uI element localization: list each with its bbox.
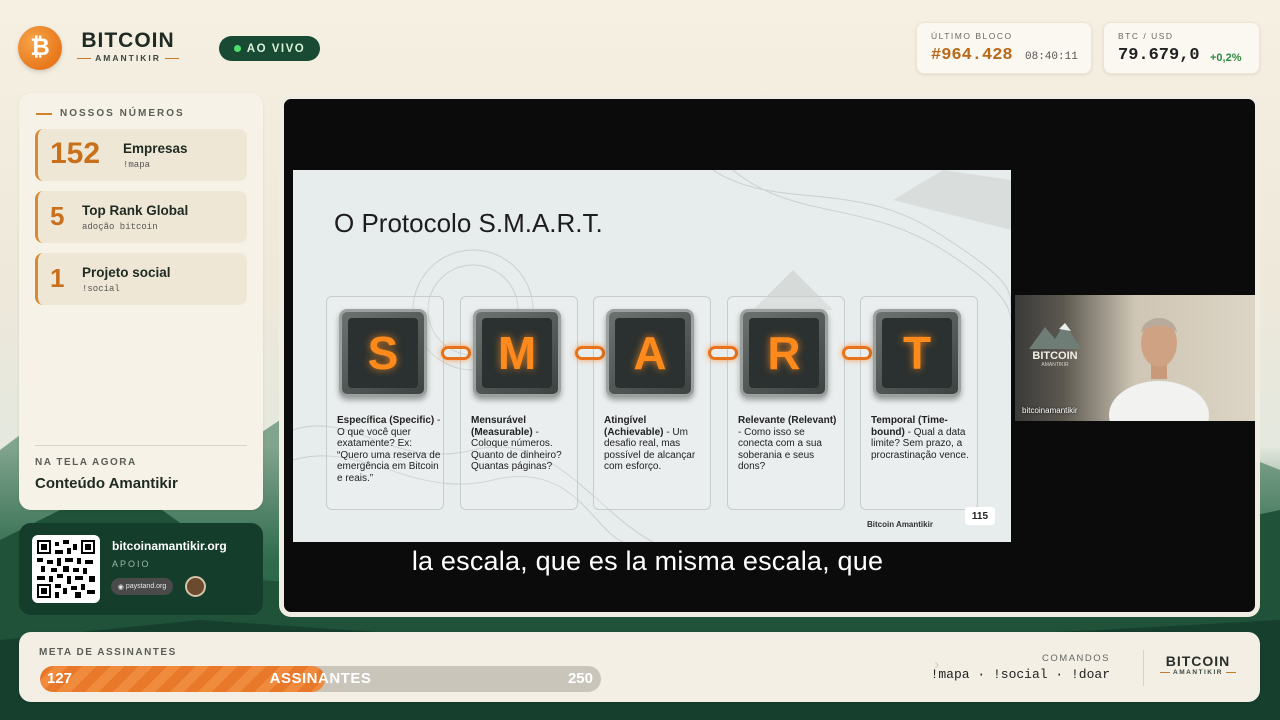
number-value: 152 (50, 137, 101, 170)
bitcoin-logo-icon: ₿ (18, 26, 62, 70)
bottom-brand-name: BITCOIN (1165, 653, 1231, 669)
letter-tile-m: M (473, 309, 561, 397)
svg-text:AMANTIKIR: AMANTIKIR (1041, 362, 1069, 368)
paystand-icon: ◉ (117, 583, 124, 591)
presentation-slide: O Protocolo S.M.A.R.T. Específica (Speci… (293, 170, 1011, 542)
chain-link-icon (441, 346, 471, 360)
smart-card-text: Mensurável (Measurable) - Coloque número… (471, 415, 562, 472)
letter-tile-a: A (606, 309, 694, 397)
commands-list: !mapa · !social · !doar (930, 667, 1110, 682)
bottom-brand: BITCOIN AMANTIKIR (1160, 653, 1236, 676)
brand-name: BITCOIN (81, 29, 175, 52)
subscriber-progress-bar: ASSINANTES 127 250 (40, 666, 601, 692)
bottom-divider (1143, 650, 1144, 686)
number-card-rank: 5 Top Rank Global adoção bitcoin (35, 191, 247, 243)
webcam-feed: BITCOIN AMANTIKIR bitcoinamantikir (1015, 295, 1255, 421)
progress-current: 127 (47, 670, 73, 687)
webcam-caption: bitcoinamantikir (1022, 406, 1078, 415)
btc-price-card: BTC / USD 79.679,0 +0,2% (1103, 22, 1260, 74)
numbers-title: NOSSOS NÚMEROS (36, 108, 185, 119)
number-card-social: 1 Projeto social !social (35, 253, 247, 305)
live-badge: AO VIVO (219, 36, 320, 61)
panel-divider (35, 445, 247, 446)
last-block-time: 08:40:11 (1025, 51, 1078, 63)
subtitle-caption: la escala, que es la misma escala, que (411, 546, 884, 576)
goal-label: META DE ASSINANTES (39, 647, 177, 658)
smart-card-text: Temporal (Time-bound) - Qual a data limi… (871, 415, 969, 461)
presenter-video (1109, 318, 1209, 421)
progress-target: 250 (567, 670, 593, 687)
bottom-bar: META DE ASSINANTES ASSINANTES 127 250 › … (19, 632, 1260, 702)
number-title: Empresas (123, 141, 188, 156)
paystand-badge[interactable]: ◉ paystand.org (111, 578, 173, 595)
last-block-label: ÚLTIMO BLOCO (931, 31, 1013, 41)
qr-code-icon (37, 540, 95, 598)
brand-wordmark: BITCOIN AMANTIKIR (76, 29, 180, 64)
number-value: 1 (50, 263, 65, 293)
smart-card-text: Específica (Specific) - O que você quer … (337, 415, 441, 484)
btc-price-change: +0,2% (1210, 52, 1242, 64)
number-sub: !mapa (123, 160, 151, 170)
support-label: APOIO (112, 559, 151, 569)
numbers-panel: NOSSOS NÚMEROS 152 Empresas !mapa 5 Top … (19, 93, 263, 510)
support-site-link[interactable]: bitcoinamantikir.org (112, 539, 227, 553)
now-playing-value: Conteúdo Amantikir (35, 475, 178, 492)
paystand-label: paystand.org (125, 583, 167, 590)
support-panel: bitcoinamantikir.org APOIO ◉ paystand.or… (19, 523, 263, 615)
number-title: Top Rank Global (82, 203, 189, 218)
number-title: Projeto social (82, 265, 171, 280)
chain-link-icon (575, 346, 605, 360)
number-sub: adoção bitcoin (82, 222, 158, 232)
btc-price-value: 79.679,0 (1118, 46, 1200, 65)
live-dot-icon (233, 45, 241, 52)
last-block-value: #964.428 (931, 46, 1013, 65)
smart-card-text: Atingível (Achievable) - Um desafio real… (604, 415, 696, 472)
slide-title: O Protocolo S.M.A.R.T. (334, 208, 603, 238)
brand-subname: AMANTIKIR (76, 53, 180, 63)
progress-text: ASSINANTES (269, 670, 372, 687)
svg-text:BITCOIN: BITCOIN (1032, 350, 1077, 362)
webcam-logo: BITCOIN AMANTIKIR (1029, 323, 1081, 368)
commands-label: COMANDOS (1042, 653, 1110, 664)
slide-footer: Bitcoin Amantikir (867, 520, 933, 529)
btc-price-label: BTC / USD (1118, 31, 1174, 41)
sponsor-avatar (185, 576, 206, 597)
smart-card-text: Relevante (Relevant) - Como isso se cone… (738, 415, 837, 472)
now-playing-label: NA TELA AGORA (35, 457, 137, 468)
number-card-companies: 152 Empresas !mapa (35, 129, 247, 181)
live-label: AO VIVO (246, 42, 306, 55)
number-value: 5 (50, 201, 65, 231)
chain-link-icon (842, 346, 872, 360)
number-sub: !social (82, 284, 120, 294)
letter-tile-t: T (873, 309, 961, 397)
slide-page-number: 115 (965, 507, 995, 525)
chain-link-icon (708, 346, 738, 360)
video-player[interactable]: O Protocolo S.M.A.R.T. Específica (Speci… (279, 94, 1260, 617)
bottom-brand-sub: AMANTIKIR (1160, 669, 1236, 676)
letter-tile-s: S (339, 309, 427, 397)
qr-code[interactable] (32, 535, 100, 603)
letter-tile-r: R (740, 309, 828, 397)
last-block-card: ÚLTIMO BLOCO #964.428 08:40:11 (916, 22, 1092, 74)
